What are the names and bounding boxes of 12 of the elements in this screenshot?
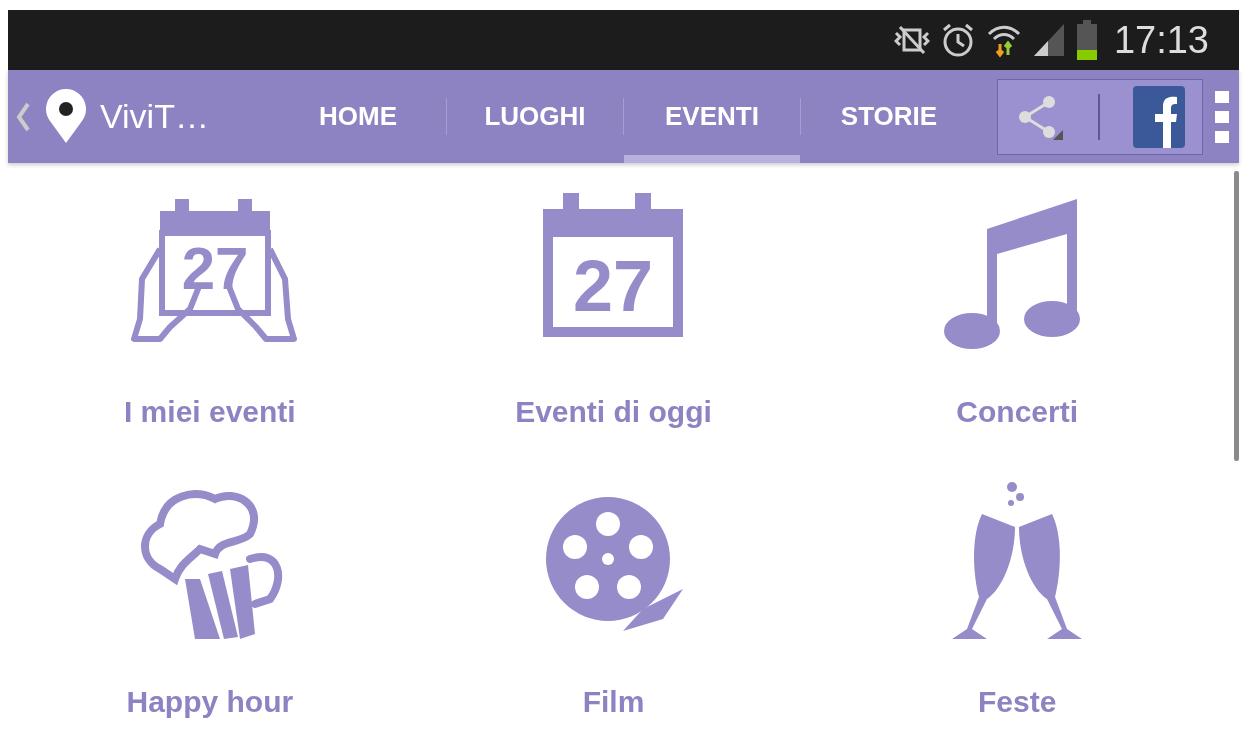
nav-tab[interactable]: STORIE [801, 70, 977, 163]
category-label[interactable]: Concerti [956, 395, 1078, 429]
category-label[interactable]: Eventi di oggi [515, 395, 712, 429]
category-label[interactable]: Feste [977, 685, 1057, 719]
app-title: ViviT… [100, 97, 210, 136]
nav-tab[interactable]: EVENTI [624, 70, 800, 163]
nav-tab[interactable]: LUOGHI [447, 70, 623, 163]
category-label[interactable]: Film [582, 685, 645, 719]
category-label[interactable]: Happy hour [126, 685, 294, 719]
clock-time: 17:13 [1113, 18, 1209, 62]
nav-tab[interactable]: HOME [270, 70, 446, 163]
category-label[interactable]: I miei eventi [123, 395, 296, 429]
